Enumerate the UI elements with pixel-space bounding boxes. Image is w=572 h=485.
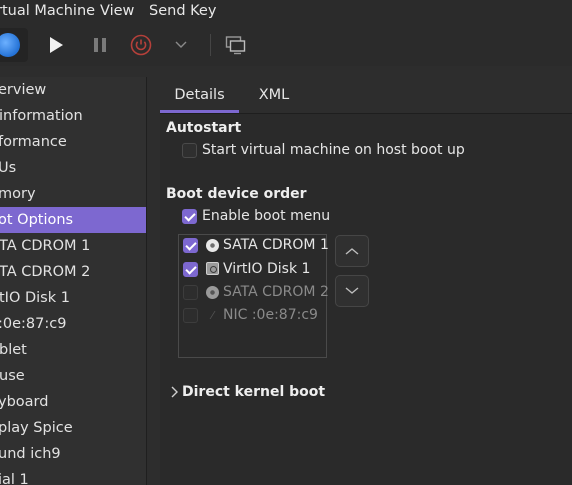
sidebar-item-keyboard[interactable]: yboard xyxy=(0,389,146,415)
boot-device-checkbox-sata-cdrom-2[interactable] xyxy=(183,285,198,300)
sidebar-item-display-spice[interactable]: play Spice xyxy=(0,415,146,441)
direct-kernel-boot-expander[interactable]: Direct kernel boot xyxy=(170,382,325,402)
sidebar-item-tablet[interactable]: blet xyxy=(0,337,146,363)
enable-boot-menu-label[interactable]: Enable boot menu xyxy=(202,208,330,224)
move-up-button[interactable] xyxy=(335,235,369,267)
sidebar-item-overview[interactable]: erview xyxy=(0,77,146,103)
play-icon xyxy=(50,37,63,53)
sidebar-item-sata-cdrom-1[interactable]: TA CDROM 1 xyxy=(0,233,146,259)
sidebar-item-label: mory xyxy=(0,186,36,202)
sidebar-item-label: TA CDROM 2 xyxy=(0,264,91,280)
sidebar-item-label: tIO Disk 1 xyxy=(0,290,70,306)
sidebar-item-label: use xyxy=(0,368,25,384)
run-button[interactable] xyxy=(40,28,72,62)
sidebar-item-label: ial 1 xyxy=(0,472,29,485)
sidebar-item-nic[interactable]: :0e:87:c9 xyxy=(0,311,146,337)
tab-details[interactable]: Details xyxy=(160,77,239,113)
sidebar-item-boot-options[interactable]: ot Options xyxy=(0,207,146,233)
snapshot-button[interactable] xyxy=(222,28,250,62)
pause-button[interactable] xyxy=(84,28,116,62)
boot-device-checkbox-nic[interactable] xyxy=(183,308,198,323)
boot-device-label[interactable]: VirtIO Disk 1 xyxy=(223,261,310,277)
autostart-label[interactable]: Start virtual machine on host boot up xyxy=(202,142,465,158)
sidebar-item-label: information xyxy=(0,108,83,124)
move-down-button[interactable] xyxy=(335,275,369,307)
power-icon xyxy=(130,34,152,56)
chevron-down-icon xyxy=(175,41,187,48)
sidebar-item-label: formance xyxy=(0,134,67,150)
sidebar-item-sata-cdrom-2[interactable]: TA CDROM 2 xyxy=(0,259,146,285)
boot-device-checkbox-sata-cdrom-1[interactable] xyxy=(183,238,198,253)
tab-bar: Details XML xyxy=(160,77,572,113)
boot-device-label[interactable]: SATA CDROM 2 xyxy=(223,284,329,300)
boot-device-label[interactable]: NIC :0e:87:c9 xyxy=(223,307,318,323)
sidebar-item-virtio-disk-1[interactable]: tIO Disk 1 xyxy=(0,285,146,311)
sidebar-item-serial-1[interactable]: ial 1 xyxy=(0,467,146,485)
boot-order-heading: Boot device order xyxy=(166,186,307,202)
direct-kernel-boot-label: Direct kernel boot xyxy=(182,384,326,400)
autostart-heading: Autostart xyxy=(166,120,242,136)
toolbar-separator xyxy=(210,34,211,56)
cdrom-icon xyxy=(206,286,219,299)
network-icon: ⁄ xyxy=(211,309,214,322)
sidebar-item-label: :0e:87:c9 xyxy=(0,316,67,332)
autostart-checkbox[interactable] xyxy=(182,143,197,158)
enable-boot-menu-checkbox[interactable] xyxy=(182,209,197,224)
sidebar-item-os-information[interactable]: information xyxy=(0,103,146,129)
disk-icon xyxy=(206,262,219,275)
monitor-console-icon xyxy=(0,33,20,57)
shutdown-button[interactable] xyxy=(124,28,158,62)
sidebar-item-label: und ich9 xyxy=(0,446,61,462)
sidebar-item-label: play Spice xyxy=(0,420,73,436)
menu-send-key[interactable]: Send Key xyxy=(149,3,216,19)
sidebar-item-cpus[interactable]: Us xyxy=(0,155,146,181)
chevron-right-icon xyxy=(171,386,178,398)
sidebar-item-sound-ich9[interactable]: und ich9 xyxy=(0,441,146,467)
sidebar-item-performance[interactable]: formance xyxy=(0,129,146,155)
boot-device-label[interactable]: SATA CDROM 1 xyxy=(223,237,329,253)
chevron-down-icon xyxy=(345,287,359,294)
chevron-up-icon xyxy=(345,248,359,255)
snapshot-icon xyxy=(225,36,246,55)
menu-virtual-machine[interactable]: rtual Machine xyxy=(0,3,95,19)
hardware-sidebar: erview information formance Us mory ot O… xyxy=(0,77,147,485)
sidebar-item-memory[interactable]: mory xyxy=(0,181,146,207)
sidebar-item-label: TA CDROM 1 xyxy=(0,238,91,254)
boot-device-checkbox-virtio-disk-1[interactable] xyxy=(183,262,198,277)
sidebar-item-mouse[interactable]: use xyxy=(0,363,146,389)
tab-xml[interactable]: XML xyxy=(248,77,300,113)
cdrom-icon xyxy=(206,239,219,252)
console-button[interactable] xyxy=(0,28,28,62)
sidebar-item-label: Us xyxy=(0,160,17,176)
sidebar-item-label: ot Options xyxy=(0,212,74,228)
sidebar-item-label: blet xyxy=(0,342,27,358)
menu-bar: rtual Machine View Send Key xyxy=(0,0,572,24)
toolbar xyxy=(0,24,572,66)
menu-view[interactable]: View xyxy=(100,3,134,19)
shutdown-menu-button[interactable] xyxy=(170,28,192,62)
sidebar-item-label: yboard xyxy=(0,394,49,410)
pause-icon xyxy=(94,38,106,52)
sidebar-item-label: erview xyxy=(0,82,47,98)
